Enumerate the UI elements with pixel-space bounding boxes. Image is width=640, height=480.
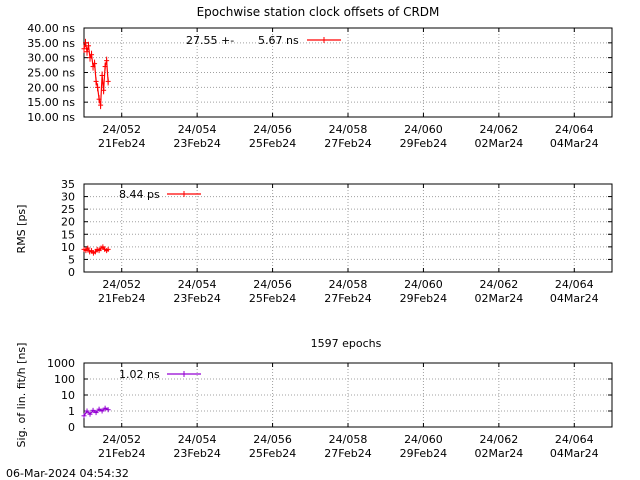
y-tick-label: 40.00 ns [27,22,75,35]
x-tick-label-date: 27Feb24 [324,137,371,150]
x-tick-label-week: 24/062 [480,433,519,446]
y-tick-label: 15 [61,228,75,241]
y-tick-label: 10.00 ns [27,111,75,124]
y-tick-label: 25.00 ns [27,67,75,80]
y-tick-label: 10 [61,241,75,254]
x-tick-label-week: 24/058 [329,123,368,136]
x-tick-label-date: 21Feb24 [98,447,145,460]
x-tick-label-date: 04Mar24 [550,292,599,305]
chart-title-offsets: Epochwise station clock offsets of CRDM [197,5,440,19]
x-tick-label-date: 21Feb24 [98,292,145,305]
legend-text: 5.67 ns [258,34,299,47]
x-tick-label-week: 24/060 [404,433,443,446]
x-tick-label-date: 21Feb24 [98,137,145,150]
y-tick-label: 10 [61,389,75,402]
x-tick-label-date: 04Mar24 [550,137,599,150]
x-tick-label-date: 25Feb24 [249,447,296,460]
y-tick-label: 30 [61,191,75,204]
y-tick-label: 1 [68,405,75,418]
y-tick-label: 30.00 ns [27,52,75,65]
x-tick-label-week: 24/056 [253,123,292,136]
plot-frame [83,183,613,273]
y-tick-label: 25 [61,203,75,216]
x-tick-label-date: 23Feb24 [173,447,220,460]
x-tick-label-date: 04Mar24 [550,447,599,460]
x-tick-label-date: 02Mar24 [474,137,523,150]
y-tick-label: 5 [68,253,75,266]
legend-text: 8.44 ps [119,188,160,201]
x-tick-label-date: 23Feb24 [173,137,220,150]
x-tick-label-week: 24/052 [102,433,141,446]
x-tick-label-week: 24/060 [404,123,443,136]
x-tick-label-week: 24/064 [555,278,594,291]
x-tick-label-date: 29Feb24 [400,137,447,150]
x-tick-label-week: 24/064 [555,433,594,446]
x-tick-label-week: 24/058 [329,278,368,291]
x-tick-label-week: 24/054 [178,123,217,136]
x-tick-label-date: 02Mar24 [474,292,523,305]
x-tick-label-week: 24/060 [404,278,443,291]
y-tick-label: 20 [61,216,75,229]
x-tick-label-week: 24/052 [102,123,141,136]
data-point [105,77,111,86]
x-tick-label-date: 25Feb24 [249,292,296,305]
x-tick-label-week: 24/056 [253,433,292,446]
x-tick-label-week: 24/064 [555,123,594,136]
x-tick-label-date: 23Feb24 [173,292,220,305]
y-tick-label: 35.00 ns [27,37,75,50]
x-tick-label-date: 27Feb24 [324,292,371,305]
x-tick-label-week: 24/054 [178,278,217,291]
y-tick-label: 0 [68,266,75,279]
footer-timestamp: 06-Mar-2024 04:54:32 [6,467,129,480]
legend-text: 27.55 +- [186,34,234,47]
ylabel-sig: Sig. of lin. fit/h [ns] [15,343,28,448]
x-tick-label-date: 02Mar24 [474,447,523,460]
x-tick-label-week: 24/054 [178,433,217,446]
x-tick-label-date: 29Feb24 [400,447,447,460]
legend-text: 1.02 ns [119,368,160,381]
x-tick-label-week: 24/062 [480,123,519,136]
x-tick-label-date: 29Feb24 [400,292,447,305]
x-tick-label-week: 24/052 [102,278,141,291]
x-tick-label-week: 24/058 [329,433,368,446]
y-tick-label: 1000 [47,357,75,370]
chart-canvas: Epochwise station clock offsets of CRDM … [6,5,613,480]
x-tick-label-week: 24/056 [253,278,292,291]
x-tick-label-week: 24/062 [480,278,519,291]
x-tick-label-date: 27Feb24 [324,447,371,460]
y-tick-label: 100 [54,373,75,386]
y-tick-label: 0 [68,421,75,434]
ylabel-rms: RMS [ps] [15,205,28,254]
y-tick-label: 15.00 ns [27,96,75,109]
y-tick-label: 35 [61,178,75,191]
y-tick-label: 20.00 ns [27,81,75,94]
x-tick-label-date: 25Feb24 [249,137,296,150]
epochs-label: 1597 epochs [311,337,382,350]
